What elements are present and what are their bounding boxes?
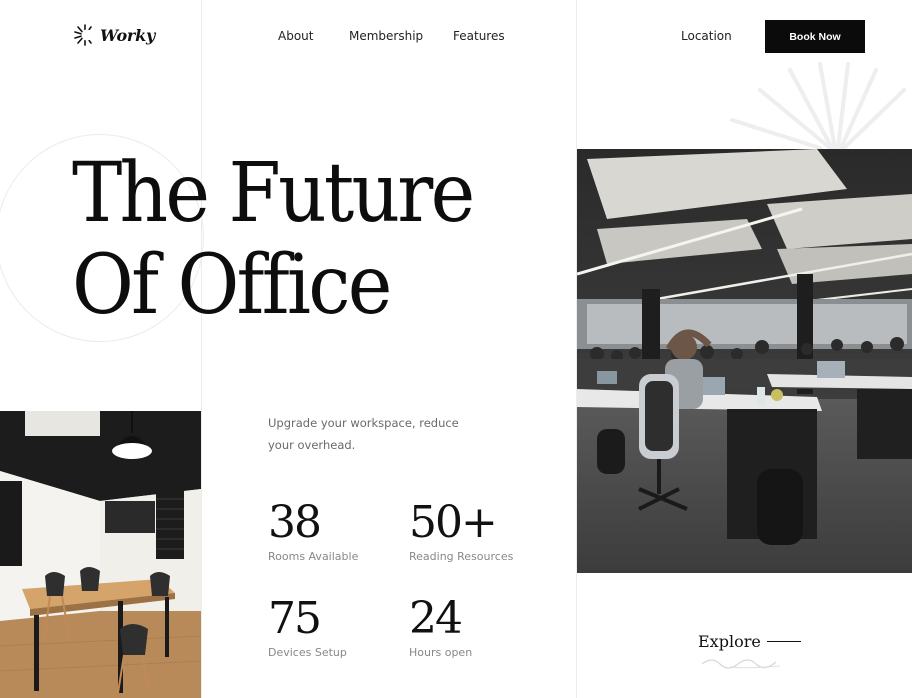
hero-title-line-2: Of Office <box>72 238 392 333</box>
office-photo <box>577 149 912 573</box>
nav-link-membership[interactable]: Membership <box>349 29 423 43</box>
book-now-button[interactable]: Book Now <box>765 20 865 53</box>
brand-name: Worky <box>100 25 156 45</box>
stat-label: Devices Setup <box>268 646 347 659</box>
stat-value: 38 <box>268 497 322 548</box>
hero-title-line-1: The Future <box>72 146 475 241</box>
stat-hours-open: 24 Hours open <box>409 593 473 660</box>
meeting-room-illustration <box>0 411 201 698</box>
nav-link-about[interactable]: About <box>278 29 313 43</box>
meeting-room-photo <box>0 411 201 698</box>
explore-link[interactable]: Explore <box>698 632 801 651</box>
stat-value: 75 <box>268 593 322 644</box>
stat-value: 24 <box>409 593 463 644</box>
swirl-decoration <box>701 659 781 669</box>
stat-reading-resources: 50+ Reading Resources <box>409 497 514 564</box>
stat-value: 50+ <box>409 497 498 548</box>
nav-link-features[interactable]: Features <box>453 29 505 43</box>
brand-logo[interactable]: Worky <box>74 24 155 46</box>
arrow-line-icon <box>766 641 801 642</box>
stat-label: Reading Resources <box>409 550 514 563</box>
hero-subtitle: Upgrade your workspace, reduce your over… <box>268 416 459 452</box>
stat-label: Rooms Available <box>268 550 359 563</box>
stat-devices: 75 Devices Setup <box>268 593 347 660</box>
stat-label: Hours open <box>409 646 473 659</box>
sunburst-decoration <box>730 62 906 150</box>
explore-label: Explore <box>698 632 761 651</box>
hero-title: The Future Of Office <box>72 146 475 333</box>
sunburst-c-icon <box>74 24 93 46</box>
stat-rooms: 38 Rooms Available <box>268 497 359 564</box>
nav-link-location[interactable]: Location <box>681 29 732 43</box>
grid-line-left <box>201 0 202 698</box>
office-illustration <box>577 149 912 573</box>
